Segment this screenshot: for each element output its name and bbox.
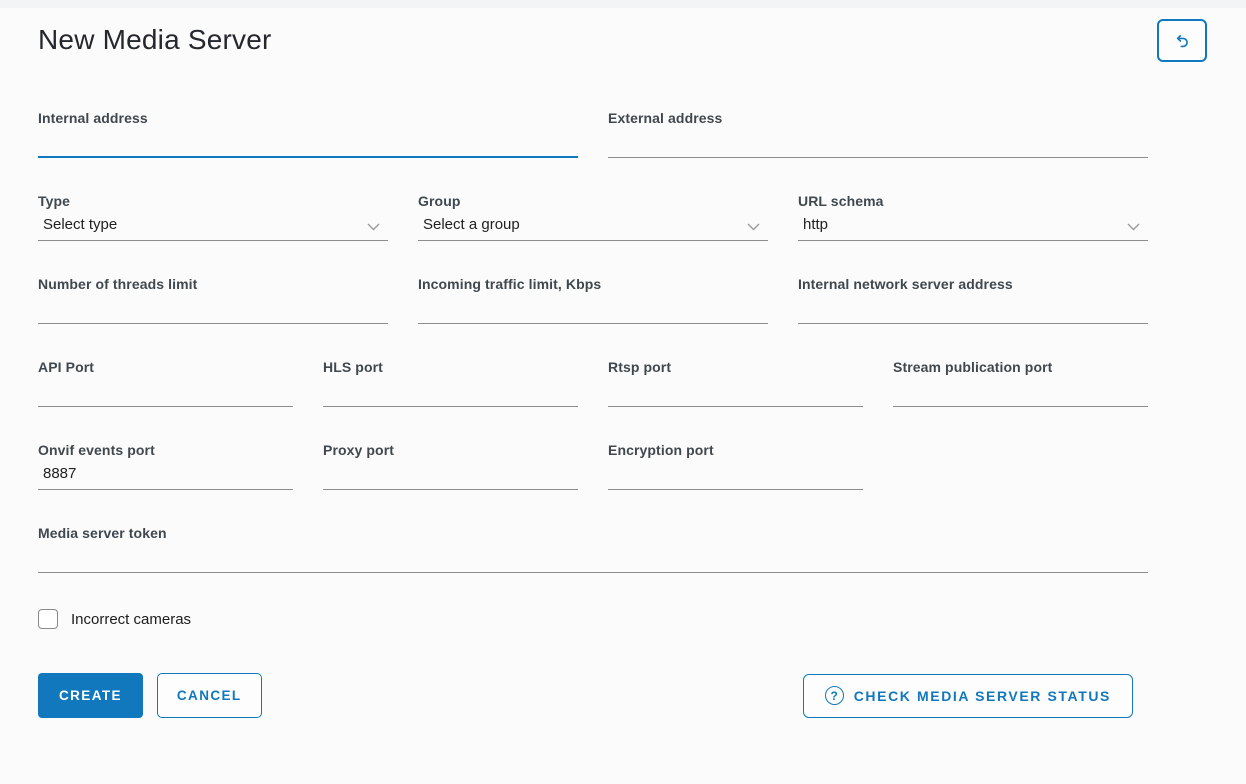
- incoming-traffic-limit-input[interactable]: [418, 299, 768, 323]
- rtsp-port-label: Rtsp port: [608, 359, 863, 375]
- cancel-button[interactable]: CANCEL: [157, 673, 262, 718]
- url-schema-field: URL schema http: [798, 193, 1148, 241]
- threads-limit-field: Number of threads limit: [38, 276, 388, 324]
- create-button[interactable]: CREATE: [38, 673, 143, 718]
- check-media-server-status-button[interactable]: ? CHECK MEDIA SERVER STATUS: [803, 674, 1133, 718]
- stream-publication-port-label: Stream publication port: [893, 359, 1148, 375]
- incoming-traffic-limit-label: Incoming traffic limit, Kbps: [418, 276, 768, 292]
- undo-arrow-icon: [1171, 29, 1194, 52]
- hls-port-input[interactable]: [323, 382, 578, 406]
- incoming-traffic-limit-field: Incoming traffic limit, Kbps: [418, 276, 768, 324]
- threads-limit-input[interactable]: [38, 299, 388, 323]
- hls-port-field: HLS port: [323, 359, 578, 407]
- api-port-label: API Port: [38, 359, 293, 375]
- api-port-input[interactable]: [38, 382, 293, 406]
- group-select-value: Select a group: [423, 216, 520, 233]
- media-server-token-input[interactable]: [38, 548, 1148, 572]
- question-circle-icon: ?: [825, 686, 844, 705]
- chevron-down-icon: [367, 223, 380, 231]
- api-port-field: API Port: [38, 359, 293, 407]
- row-limits: Number of threads limit Incoming traffic…: [38, 276, 1148, 324]
- row-type-group-schema: Type Select type Group Select a group UR…: [38, 193, 1148, 241]
- url-schema-select-value: http: [803, 216, 828, 233]
- row-addresses: Internal address External address: [38, 110, 1148, 158]
- row-token: Media server token: [38, 525, 1148, 573]
- rtsp-port-field: Rtsp port: [608, 359, 863, 407]
- back-button[interactable]: [1157, 19, 1207, 62]
- url-schema-select[interactable]: http: [798, 216, 1148, 240]
- internal-address-label: Internal address: [38, 110, 578, 126]
- type-select-value: Select type: [43, 216, 117, 233]
- encryption-port-label: Encryption port: [608, 442, 863, 458]
- encryption-port-input[interactable]: [608, 465, 863, 489]
- top-strip: [0, 0, 1246, 8]
- type-field: Type Select type: [38, 193, 388, 241]
- incorrect-cameras-row: Incorrect cameras: [38, 609, 1148, 629]
- internal-network-address-field: Internal network server address: [798, 276, 1148, 324]
- stream-publication-port-field: Stream publication port: [893, 359, 1148, 407]
- proxy-port-input[interactable]: [323, 465, 578, 489]
- threads-limit-label: Number of threads limit: [38, 276, 388, 292]
- chevron-down-icon: [1127, 223, 1140, 231]
- row-ports-2: Onvif events port Proxy port Encryption …: [38, 442, 1148, 490]
- row-ports-1: API Port HLS port Rtsp port Stream publi…: [38, 359, 1148, 407]
- media-server-token-field: Media server token: [38, 525, 1148, 573]
- empty-cell: [893, 442, 1148, 490]
- external-address-field: External address: [608, 110, 1148, 158]
- media-server-token-label: Media server token: [38, 525, 1148, 541]
- chevron-down-icon: [747, 223, 760, 231]
- type-select[interactable]: Select type: [38, 216, 388, 240]
- group-select[interactable]: Select a group: [418, 216, 768, 240]
- stream-publication-port-input[interactable]: [893, 382, 1148, 406]
- group-label: Group: [418, 193, 768, 209]
- new-media-server-page: New Media Server Internal address Extern…: [0, 8, 1246, 718]
- internal-address-field: Internal address: [38, 110, 578, 158]
- external-address-input[interactable]: [608, 133, 1148, 157]
- internal-network-address-label: Internal network server address: [798, 276, 1148, 292]
- rtsp-port-input[interactable]: [608, 382, 863, 406]
- proxy-port-label: Proxy port: [323, 442, 578, 458]
- check-status-label: CHECK MEDIA SERVER STATUS: [854, 688, 1111, 704]
- incorrect-cameras-checkbox[interactable]: [38, 609, 58, 629]
- proxy-port-field: Proxy port: [323, 442, 578, 490]
- type-label: Type: [38, 193, 388, 209]
- page-title: New Media Server: [38, 22, 1148, 58]
- incorrect-cameras-label: Incorrect cameras: [71, 611, 191, 628]
- hls-port-label: HLS port: [323, 359, 578, 375]
- internal-network-address-input[interactable]: [798, 299, 1148, 323]
- onvif-events-port-field: Onvif events port: [38, 442, 293, 490]
- onvif-events-port-label: Onvif events port: [38, 442, 293, 458]
- encryption-port-field: Encryption port: [608, 442, 863, 490]
- group-field: Group Select a group: [418, 193, 768, 241]
- onvif-events-port-input[interactable]: [38, 465, 293, 489]
- internal-address-input[interactable]: [38, 132, 578, 156]
- external-address-label: External address: [608, 110, 1148, 126]
- form-actions: CREATE CANCEL ? CHECK MEDIA SERVER STATU…: [38, 673, 1148, 718]
- url-schema-label: URL schema: [798, 193, 1148, 209]
- media-server-form: Internal address External address Type S…: [38, 110, 1148, 573]
